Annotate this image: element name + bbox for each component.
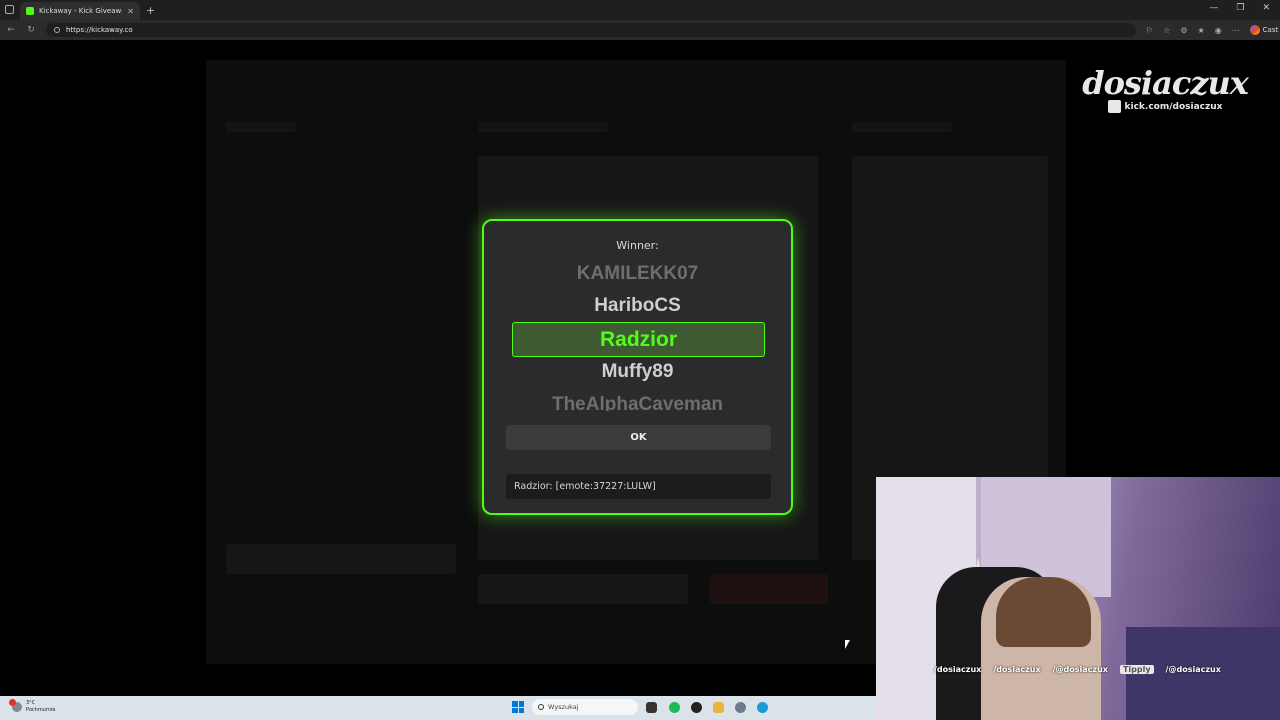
notification-badge — [9, 699, 16, 706]
reel-name: KAMILEKK07 — [576, 263, 699, 284]
reel-name: HariboCS — [594, 295, 681, 316]
extensions-icon[interactable]: ⚙ — [1180, 26, 1187, 35]
channel-url: kick.com/dosiaczux — [1124, 101, 1223, 112]
weather-widget[interactable]: 3°C Pochmurnie — [9, 699, 56, 714]
logo-text: dosiaczux — [1082, 64, 1249, 102]
search-icon — [538, 704, 544, 710]
windows-taskbar: 3°C Pochmurnie Wyszukaj — [0, 696, 876, 720]
tab-actions-icon[interactable] — [5, 5, 14, 14]
close-window-icon[interactable]: ✕ — [1262, 3, 1270, 13]
winner-label: Winner: — [616, 239, 659, 252]
mouse-cursor-icon — [845, 640, 850, 649]
address-bar-row: ← ↻ https://kickaway.co ⚐ ☆ ⚙ ★ ◉ ⋯ Cast — [0, 20, 1280, 40]
profile-icon[interactable]: ◉ — [1215, 26, 1222, 35]
dimmed-heading — [478, 122, 608, 132]
bookmark-star-icon[interactable]: ☆ — [1163, 26, 1170, 35]
winner-reel: KAMILEKK07 HariboCS Radzior Muffy89 TheA… — [484, 261, 791, 411]
dimmed-button — [710, 574, 828, 604]
windows-start-icon[interactable] — [512, 701, 524, 713]
instagram-handle: /dosiaczux — [934, 665, 982, 674]
close-tab-icon[interactable]: ✕ — [127, 7, 134, 16]
browser-tab[interactable]: Kickaway - Kick Giveaway Tool ✕ — [20, 2, 140, 20]
cast-label: Cast — [1262, 26, 1279, 34]
minimize-icon[interactable]: — — [1209, 3, 1218, 13]
dimmed-heading — [852, 122, 952, 132]
streamer-hair — [996, 577, 1091, 647]
reel-name: Muffy89 — [601, 361, 674, 382]
browser-tab-bar: Kickaway - Kick Giveaway Tool ✕ + — ❐ ✕ — [0, 0, 1280, 20]
dimmed-button — [478, 574, 688, 604]
ok-button[interactable]: OK — [506, 425, 771, 450]
edge-browser-icon[interactable] — [757, 702, 768, 713]
weather-text: Pochmurnie — [26, 707, 56, 713]
restore-icon[interactable]: ❐ — [1236, 3, 1244, 13]
cloud-icon — [9, 699, 22, 712]
temperature: 3°C — [26, 700, 36, 706]
favorites-icon[interactable]: ★ — [1198, 26, 1205, 35]
dimmed-heading — [226, 122, 296, 132]
app-icon[interactable] — [691, 702, 702, 713]
site-info-icon[interactable] — [54, 27, 60, 33]
selected-winner: Radzior — [512, 322, 765, 357]
taskbar-search[interactable]: Wyszukaj — [532, 699, 638, 715]
spotify-icon[interactable] — [669, 702, 680, 713]
url-field[interactable]: https://kickaway.co — [46, 23, 1136, 37]
back-icon[interactable]: ← — [6, 25, 16, 35]
task-view-icon[interactable] — [646, 702, 657, 713]
winner-chat-message: Radzior: [emote:37227:LULW] — [506, 474, 771, 499]
window-controls: — ❐ ✕ — [1209, 3, 1270, 13]
settings-icon[interactable] — [735, 702, 746, 713]
dimmed-button — [226, 544, 456, 574]
translate-icon[interactable]: ⚐ — [1146, 26, 1153, 35]
reel-name: TheAlphaCaveman — [551, 394, 724, 411]
new-tab-icon[interactable]: + — [146, 4, 155, 17]
tab-title: Kickaway - Kick Giveaway Tool — [39, 7, 122, 15]
cast-button[interactable]: Cast — [1249, 25, 1279, 35]
tiktok-handle: /dosiaczux — [993, 665, 1041, 674]
kick-icon: K — [1107, 100, 1121, 113]
toolbar-icons: ⚐ ☆ ⚙ ★ ◉ ⋯ Cast — [1146, 25, 1278, 35]
channel-logo-overlay: dosiaczux K kick.com/dosiaczux — [1080, 64, 1250, 113]
tipply-badge: Tipply — [1119, 665, 1154, 674]
kickaway-favicon-icon — [26, 7, 34, 15]
tipply-handle: /@dosiaczux — [1165, 665, 1221, 674]
youtube-handle: /@dosiaczux — [1052, 665, 1108, 674]
file-explorer-icon[interactable] — [713, 702, 724, 713]
winner-modal: Winner: KAMILEKK07 HariboCS Radzior Muff… — [482, 219, 793, 515]
reload-icon[interactable]: ↻ — [26, 25, 36, 35]
menu-icon[interactable]: ⋯ — [1232, 26, 1240, 35]
webcam-feed: /dosiaczux /dosiaczux /@dosiaczux Tipply… — [876, 477, 1280, 720]
cast-avatar-icon — [1249, 25, 1260, 35]
search-placeholder: Wyszukaj — [548, 703, 579, 711]
social-links: /dosiaczux /dosiaczux /@dosiaczux Tipply… — [876, 665, 1280, 674]
url-text: https://kickaway.co — [66, 26, 133, 34]
